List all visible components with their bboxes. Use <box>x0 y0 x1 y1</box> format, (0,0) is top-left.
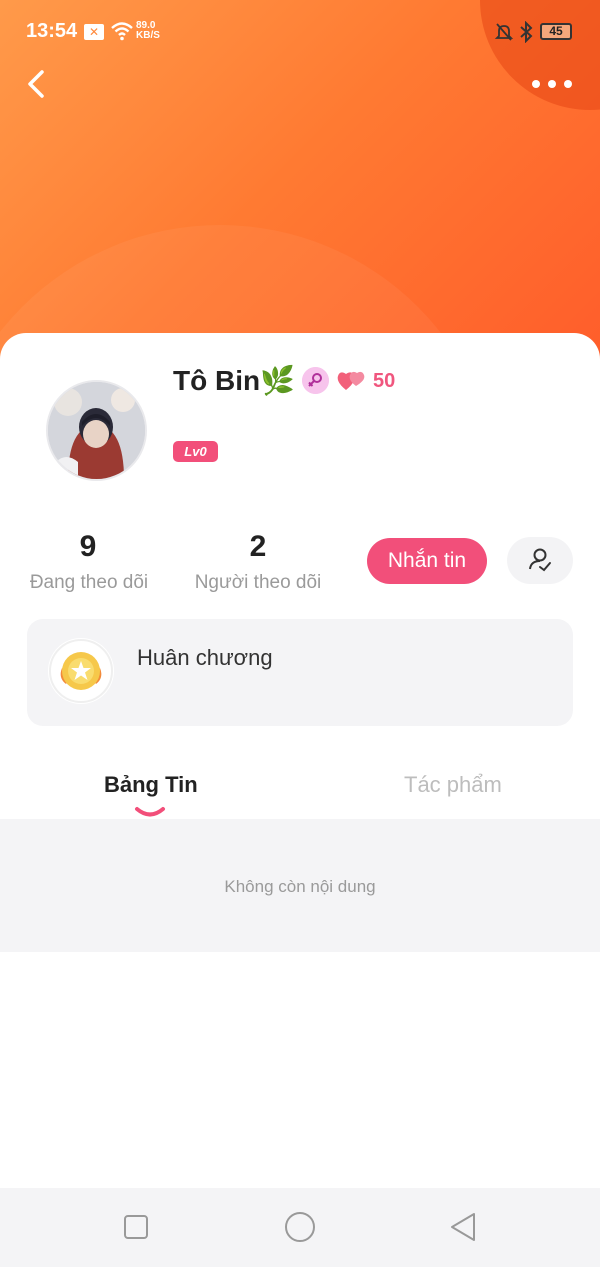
username: Tô Bin🌿 <box>173 365 295 396</box>
hearts-count: 50 <box>373 370 396 392</box>
follow-button[interactable] <box>507 537 573 584</box>
x-icon: ✕ <box>84 24 104 40</box>
medal-label: Huân chương <box>137 645 273 670</box>
followers-count[interactable]: 2 <box>178 530 338 564</box>
square-icon[interactable] <box>118 1208 154 1246</box>
circle-icon[interactable] <box>282 1208 318 1246</box>
battery-indicator: 45 <box>540 23 572 40</box>
tab-active-indicator <box>135 807 165 817</box>
following-count[interactable]: 9 <box>8 530 168 564</box>
following-label[interactable]: Đang theo dõi <box>0 572 184 594</box>
empty-feed-text: Không còn nội dung <box>224 877 376 896</box>
user-check-icon <box>529 548 551 572</box>
more-dots-icon[interactable] <box>532 70 572 98</box>
bell-off-icon <box>494 23 514 41</box>
bluetooth-icon <box>520 21 533 43</box>
wifi-icon <box>111 22 133 41</box>
avatar[interactable] <box>46 380 147 481</box>
triangle-back-icon[interactable] <box>446 1208 482 1246</box>
gold-medal-icon <box>48 638 114 704</box>
tab-works[interactable]: Tác phẩm <box>404 772 502 798</box>
chevron-left-icon[interactable] <box>22 64 54 104</box>
followers-label[interactable]: Người theo dõi <box>163 572 353 594</box>
status-bar: 13:54 ✕ 89.0 KB/S 45 <box>0 0 600 64</box>
female-symbol-icon <box>302 367 329 394</box>
status-time: 13:54 <box>26 20 78 42</box>
level-badge: Lv0 <box>173 441 218 462</box>
message-button[interactable]: Nhắn tin <box>367 538 487 584</box>
tab-news-feed[interactable]: Bảng Tin <box>104 772 198 798</box>
hearts-icon <box>337 371 365 390</box>
network-speed: 89.0 KB/S <box>136 20 160 41</box>
